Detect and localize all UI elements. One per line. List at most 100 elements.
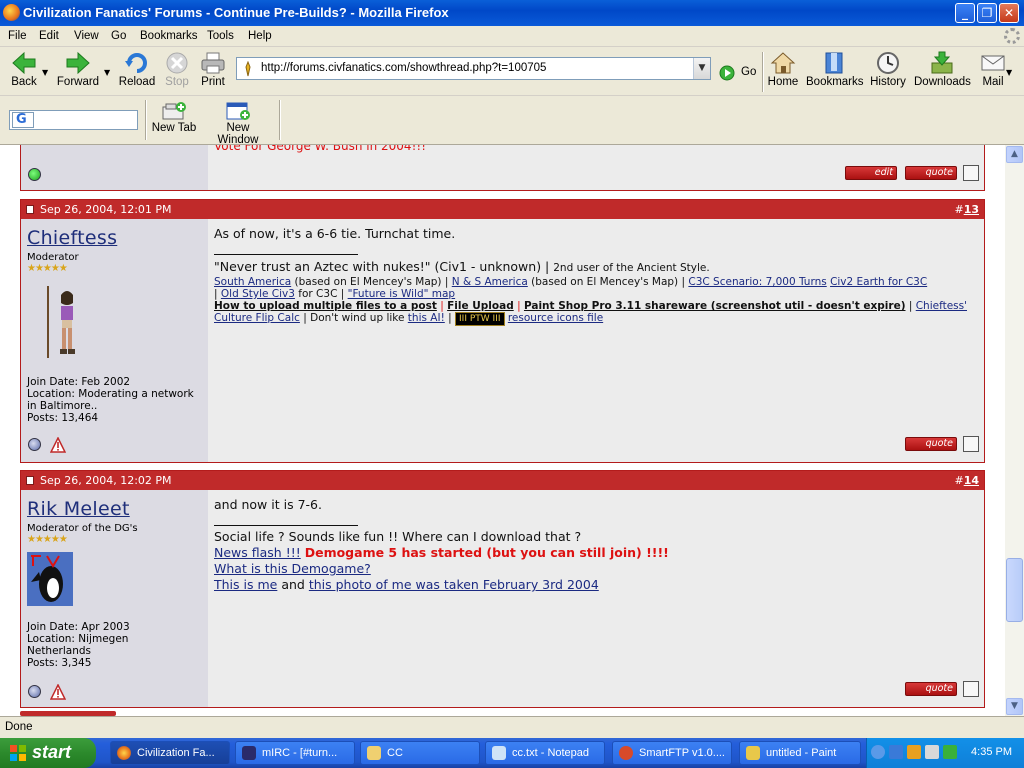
stop-button[interactable]: Stop [162,51,192,88]
menu-tools[interactable]: Tools [207,30,234,42]
sig-link-file-upload[interactable]: File Upload [447,300,514,312]
post-number-link[interactable]: 13 [964,203,979,216]
scroll-up-arrow-icon[interactable]: ▲ [1006,146,1023,163]
scroll-down-arrow-icon[interactable]: ▼ [1006,698,1023,715]
multi-quote-icon[interactable] [963,436,979,452]
print-button[interactable]: Print [198,51,228,88]
sig-link-future-wild[interactable]: "Future is Wild" map [348,288,455,300]
tray-app-icon[interactable] [943,745,957,759]
menu-view[interactable]: View [74,30,99,42]
sig-link-old-style[interactable]: Old Style Civ3 [221,288,295,300]
toolbar-separator [145,100,147,140]
smartftp-icon [619,746,633,760]
new-tab-button[interactable]: New Tab [151,101,197,134]
forward-label: Forward [56,76,100,88]
sig-link-what-is[interactable]: What is this Demogame? [214,561,371,576]
start-button[interactable]: start [0,738,96,768]
window-title: Civilization Fanatics' Forums - Continue… [23,5,449,20]
post-number-prefix: # [954,474,964,487]
minimize-button[interactable]: _ [955,3,975,23]
menu-go[interactable]: Go [111,30,126,42]
url-bar[interactable]: http://forums.civfanatics.com/showthread… [236,57,711,80]
report-post-icon[interactable] [50,684,66,700]
tray-network-icon[interactable] [889,745,903,759]
taskbar-item-label: mIRC - [#turn... [262,747,338,759]
menu-bookmarks[interactable]: Bookmarks [140,30,198,42]
quote-button[interactable]: quote [905,682,957,696]
tray-volume-icon[interactable] [925,745,939,759]
sig-link-chieftess[interactable]: Chieftess' [916,300,967,312]
back-button[interactable]: Back [4,51,44,88]
taskbar-item-paint[interactable]: untitled - Paint [739,741,861,765]
sig-link-resource-icons[interactable]: resource icons file [508,312,603,324]
close-button[interactable]: ✕ [999,3,1019,23]
post-number-prefix: # [954,203,964,216]
back-dropdown-icon[interactable]: ▼ [42,68,48,77]
sig-link-photo[interactable]: this photo of me was taken February 3rd … [309,577,599,592]
multi-quote-icon[interactable] [963,681,979,697]
post-message: As of now, it's a 6-6 tie. Turnchat time… [214,226,456,241]
edit-button[interactable]: edit [845,166,897,180]
post-number: #14 [954,474,979,487]
multi-quote-icon[interactable] [963,165,979,181]
vertical-scrollbar[interactable]: ▲ ▼ [1005,145,1024,716]
url-dropdown-icon[interactable]: ▼ [693,58,710,79]
post-number-link[interactable]: 14 [964,474,979,487]
google-search-icon[interactable]: G [12,112,34,128]
tray-expand-icon[interactable] [871,745,885,759]
post-message: and now it is 7-6. [214,497,322,512]
downloads-button[interactable]: Downloads [914,51,971,88]
username-link[interactable]: Chieftess [27,227,117,249]
previous-post: Vote For George W. Bush in 2004!!! edit … [20,145,985,191]
new-window-button[interactable]: New Window [205,101,271,146]
report-post-icon[interactable] [50,437,66,453]
maximize-button[interactable]: ❐ [977,3,997,23]
search-box[interactable]: G [9,110,138,130]
post-count: Posts: 13,464 [27,412,99,424]
post-body: and now it is 7-6. Social life ? Sounds … [208,490,984,707]
ptw-badge-text: PTW [469,314,490,324]
forward-dropdown-icon[interactable]: ▼ [104,68,110,77]
bookmarks-button[interactable]: Bookmarks [806,51,864,88]
firefox-icon [117,746,131,760]
sig-link-upload-multi[interactable]: How to upload multiple files to a post [214,300,437,312]
menu-help[interactable]: Help [248,30,272,42]
taskbar-item-notepad[interactable]: cc.txt - Notepad [485,741,605,765]
zonealarm-icon[interactable] [907,745,921,759]
new-tab-label: New Tab [151,122,197,134]
title-bar: Civilization Fanatics' Forums - Continue… [0,0,1024,26]
history-button[interactable]: History [868,51,908,88]
taskbar-item-mirc[interactable]: mIRC - [#turn... [235,741,355,765]
forward-button[interactable]: Forward [56,51,100,88]
home-button[interactable]: Home [766,51,800,88]
sig-link-this-ai[interactable]: this AI! [408,312,445,324]
sig-link-culture-flip[interactable]: Culture Flip Calc [214,312,300,324]
sig-link-psp[interactable]: Paint Shop Pro 3.11 shareware (screensho… [524,300,906,312]
reload-button[interactable]: Reload [118,51,156,88]
url-input[interactable]: http://forums.civfanatics.com/showthread… [261,62,546,74]
sig-link-civ2-earth[interactable]: Civ2 Earth for C3C [830,276,927,288]
quote-button[interactable]: quote [905,437,957,451]
taskbar-item-firefox[interactable]: Civilization Fa... [110,741,230,765]
mail-dropdown-icon[interactable]: ▼ [1006,68,1012,77]
sig-link-this-is-me[interactable]: This is me [214,577,277,592]
user-info: Join Date: Feb 2002 Location: Moderating… [27,376,194,424]
menu-file[interactable]: File [8,30,27,42]
scrollbar-thumb[interactable] [1006,558,1023,622]
sig-link-ns-america[interactable]: N & S America [452,276,528,288]
sig-demogame-started[interactable]: Demogame 5 has started (but you can stil… [305,545,669,560]
windows-logo-icon [10,745,26,761]
post-header: Sep 26, 2004, 12:02 PM #14 [21,471,984,490]
taskbar-item-smartftp[interactable]: SmartFTP v1.0.... [612,741,732,765]
taskbar-item-cc-folder[interactable]: CC [360,741,480,765]
quote-button[interactable]: quote [905,166,957,180]
mail-button[interactable]: Mail [976,51,1010,88]
start-label: start [32,742,72,762]
sig-pipe: | [214,288,218,300]
username-link[interactable]: Rik Meleet [27,498,130,520]
sig-link-news-flash[interactable]: News flash !!! [214,545,301,560]
sig-link-c3c-scenario[interactable]: C3C Scenario: 7,000 Turns [688,276,826,288]
sig-link-south-america[interactable]: South America [214,276,291,288]
menu-bar: File Edit View Go Bookmarks Tools Help [0,26,1024,47]
menu-edit[interactable]: Edit [39,30,59,42]
